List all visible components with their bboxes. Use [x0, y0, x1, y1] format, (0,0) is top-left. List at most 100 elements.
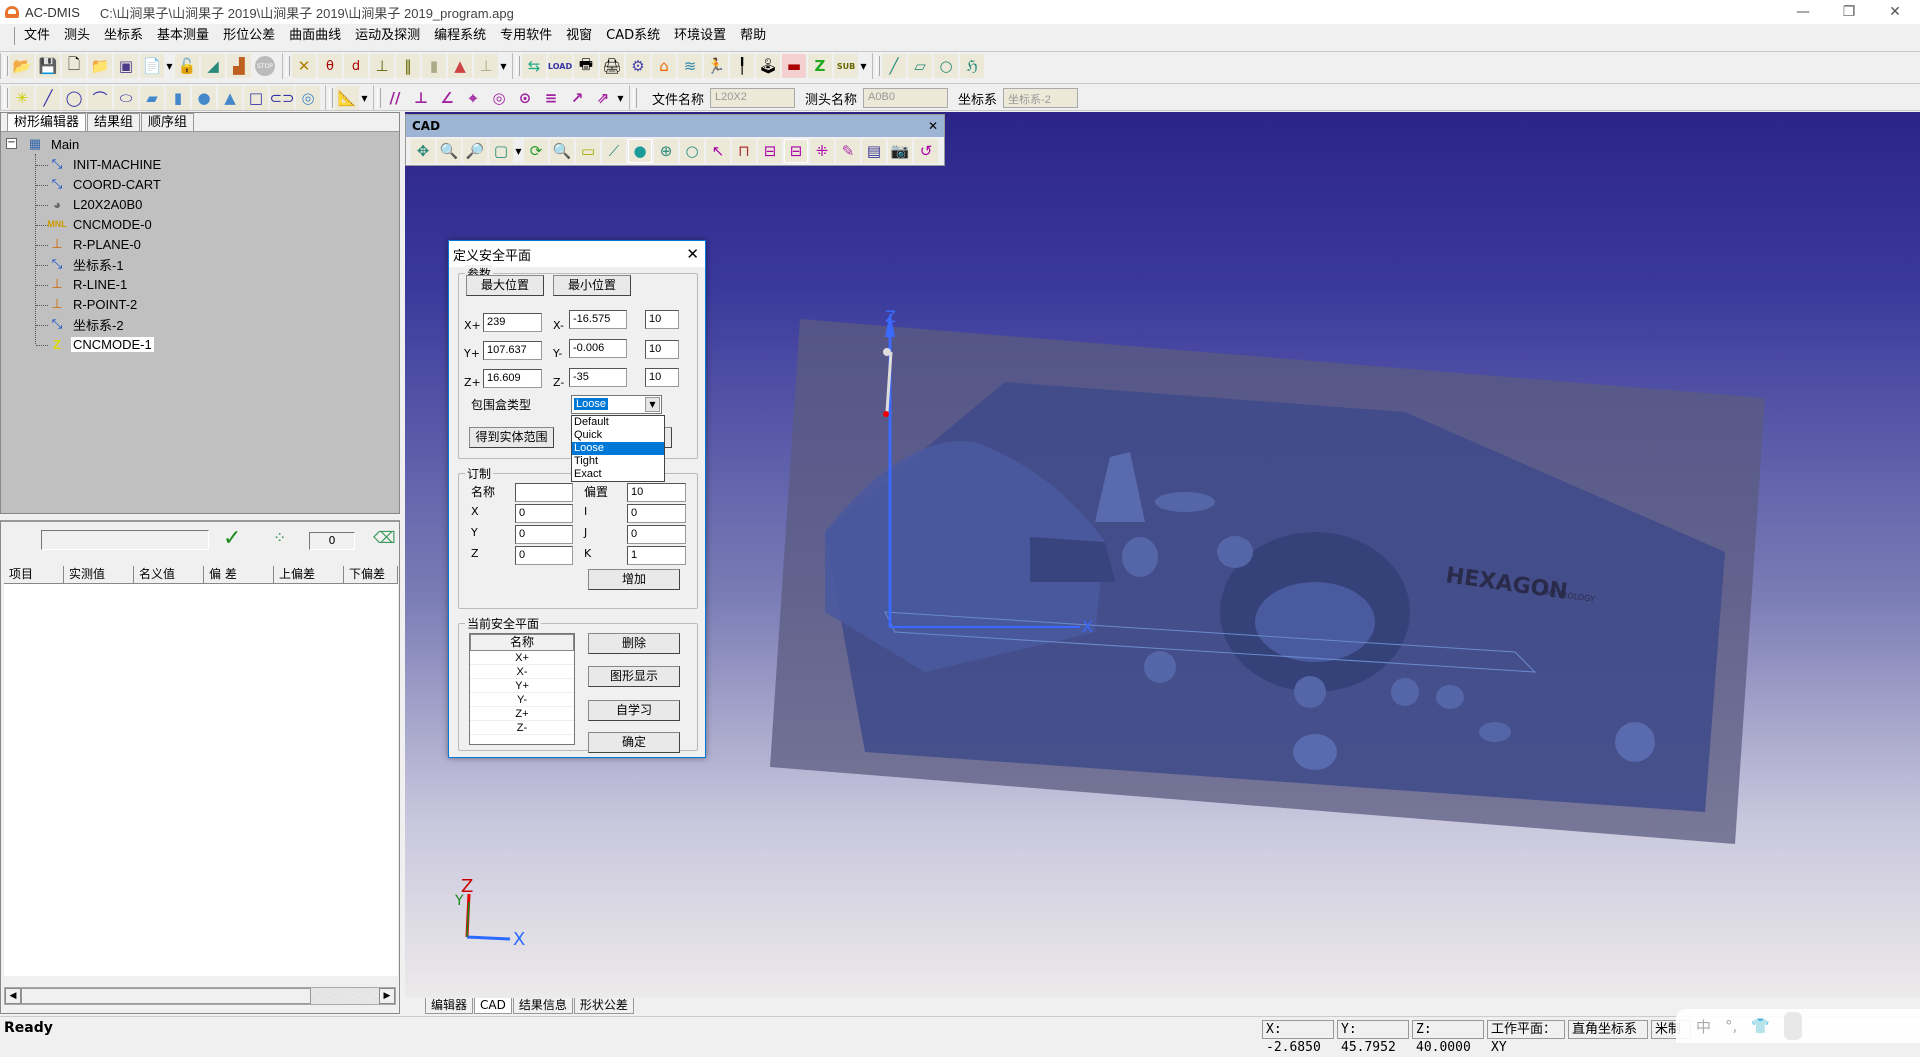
line-measure-icon[interactable]: ╱	[36, 86, 60, 110]
geometry-dropdown-icon[interactable]: ▼	[499, 62, 508, 71]
list-item[interactable]: Z-	[470, 721, 574, 735]
eraser-icon[interactable]: ⌫	[373, 528, 396, 547]
tab-result-info[interactable]: 结果信息	[512, 998, 573, 1014]
tree-item[interactable]: ◕ L20X2A0B0	[47, 194, 144, 214]
tab-tree-editor[interactable]: 树形编辑器	[7, 113, 87, 131]
list-item[interactable]: X-	[470, 665, 574, 679]
select-window-icon[interactable]: ⊟	[758, 139, 782, 163]
probe-icon[interactable]: ╿	[730, 54, 754, 78]
coord-transform-icon[interactable]: ⇆	[522, 54, 546, 78]
counter-field[interactable]: 0	[309, 532, 355, 550]
name-field[interactable]	[515, 483, 573, 502]
x-minus-field[interactable]: -16.575	[569, 310, 627, 329]
fixture-icon[interactable]: ⊓	[732, 139, 756, 163]
offset-field[interactable]: 10	[627, 483, 686, 502]
menu-special-software[interactable]: 专用软件	[493, 25, 559, 47]
y-plus-field[interactable]: 107.637	[483, 341, 542, 360]
tree-item[interactable]: ⤡ COORD-CART	[47, 174, 163, 194]
tab-editor[interactable]: 编辑器	[425, 998, 474, 1014]
close-button[interactable]: ✕	[1872, 0, 1918, 24]
list-header-name[interactable]: 名称	[470, 634, 574, 651]
sub-icon[interactable]: SUB	[834, 54, 858, 78]
tree-item-selected[interactable]: Z CNCMODE-1	[47, 334, 154, 354]
tree-item[interactable]: MNL CNCMODE-0	[47, 214, 154, 234]
col-item[interactable]: 项目	[4, 566, 64, 583]
bbox-option-quick[interactable]: Quick	[572, 429, 664, 442]
z-minus-field[interactable]: -35	[569, 368, 627, 387]
ime-toolbar[interactable]: 中 °, 👕	[1676, 1009, 1920, 1043]
tree-item[interactable]: ⤡ INIT-MACHINE	[47, 154, 163, 174]
angularity-icon[interactable]: ∠	[435, 86, 459, 110]
chevron-down-icon[interactable]: ▼	[645, 397, 660, 412]
joystick-icon[interactable]: 🕹	[756, 54, 780, 78]
list-item[interactable]: Y-	[470, 693, 574, 707]
layers-icon[interactable]: ≋	[678, 54, 702, 78]
z-field[interactable]: 0	[515, 546, 573, 565]
x-field[interactable]: 0	[515, 504, 573, 523]
torus-icon[interactable]: ◎	[296, 86, 320, 110]
coaxiality-icon[interactable]: ⊙	[513, 86, 537, 110]
max-position-button[interactable]: 最大位置	[466, 275, 544, 296]
shaded-icon[interactable]: ●	[628, 139, 652, 163]
menu-help[interactable]: 帮助	[733, 25, 773, 47]
tab-form-tolerance[interactable]: 形状公差	[573, 998, 634, 1014]
menu-motion-probe[interactable]: 运动及探测	[348, 25, 427, 47]
probe-stand-icon[interactable]: ⊥	[474, 54, 498, 78]
tree-item[interactable]: ⤡ 坐标系-2	[47, 314, 126, 334]
list-item[interactable]: Y+	[470, 679, 574, 693]
perpendicularity-icon[interactable]: ⊥	[409, 86, 433, 110]
tree-item[interactable]: ⊥ R-PLANE-0	[47, 234, 143, 254]
menu-programming[interactable]: 编程系统	[427, 25, 493, 47]
construct-icon[interactable]: 📐	[335, 86, 359, 110]
position-icon[interactable]: ⌖	[461, 86, 485, 110]
col-deviation[interactable]: 偏 差	[204, 566, 274, 583]
wireframe-icon[interactable]: ⊕	[654, 139, 678, 163]
symmetry-tol-icon[interactable]: ≡	[539, 86, 563, 110]
menu-file[interactable]: 文件	[17, 25, 57, 47]
display-icon[interactable]: ▤	[862, 139, 886, 163]
j-field[interactable]: 0	[627, 525, 686, 544]
new-file-icon[interactable]: 🗋	[62, 54, 86, 78]
cone-icon[interactable]: ▲	[448, 54, 472, 78]
step-icon[interactable]: ▟	[227, 54, 251, 78]
checkmark-icon[interactable]: ✓	[223, 526, 241, 551]
menu-cad-system[interactable]: CAD系统	[599, 25, 667, 47]
get-solid-extent-button[interactable]: 得到实体范围	[469, 427, 554, 448]
tab-cad[interactable]: CAD	[474, 998, 512, 1014]
rect-measure-icon[interactable]: □	[244, 86, 268, 110]
run-icon[interactable]: 🏃	[704, 54, 728, 78]
print-preview-icon[interactable]: 🖶	[574, 54, 598, 78]
ime-mode[interactable]: 中	[1696, 1016, 1711, 1037]
view-dropdown-icon[interactable]: ▼	[514, 147, 523, 156]
settings-icon[interactable]: ⚙	[626, 54, 650, 78]
z-axis-icon[interactable]: Z	[808, 54, 832, 78]
zoom-fit-icon[interactable]: 🔍	[550, 139, 574, 163]
perpendicular-icon[interactable]: ⊥	[370, 54, 394, 78]
list-item[interactable]: Z+	[470, 707, 574, 721]
runout-icon[interactable]: ↗	[565, 86, 589, 110]
cad-toolbar-header[interactable]: CAD ✕	[406, 115, 944, 137]
save-as-icon[interactable]: 💾	[36, 54, 60, 78]
i-field[interactable]: 0	[627, 504, 686, 523]
circle-icon[interactable]: ○	[934, 54, 958, 78]
bbox-option-loose[interactable]: Loose	[572, 442, 664, 455]
sphere-icon[interactable]: ●	[192, 86, 216, 110]
dialog-titlebar[interactable]: 定义安全平面 ✕	[449, 241, 705, 267]
menu-basic-measure[interactable]: 基本测量	[150, 25, 216, 47]
tab-sequence-group[interactable]: 顺序组	[141, 113, 195, 131]
home-icon[interactable]: ⌂	[652, 54, 676, 78]
z-plus-field[interactable]: 16.609	[483, 369, 542, 388]
graphic-display-button[interactable]: 图形显示	[588, 666, 680, 687]
tab-result-group[interactable]: 结果组	[87, 113, 141, 131]
open-folder-icon[interactable]: 📁	[88, 54, 112, 78]
col-nominal[interactable]: 名义值	[134, 566, 204, 583]
save-icon[interactable]: ▣	[114, 54, 138, 78]
ellipse-icon[interactable]: ⬭	[114, 86, 138, 110]
curve-icon[interactable]: ◢	[201, 54, 225, 78]
y-minus-field[interactable]: -0.006	[569, 339, 627, 358]
ime-punct[interactable]: °,	[1725, 1017, 1737, 1035]
bbox-option-exact[interactable]: Exact	[572, 468, 664, 481]
load-icon[interactable]: LOAD	[548, 54, 572, 78]
system-dropdown-icon[interactable]: ▼	[859, 62, 868, 71]
parallel-lines-icon[interactable]: ‖	[396, 54, 420, 78]
